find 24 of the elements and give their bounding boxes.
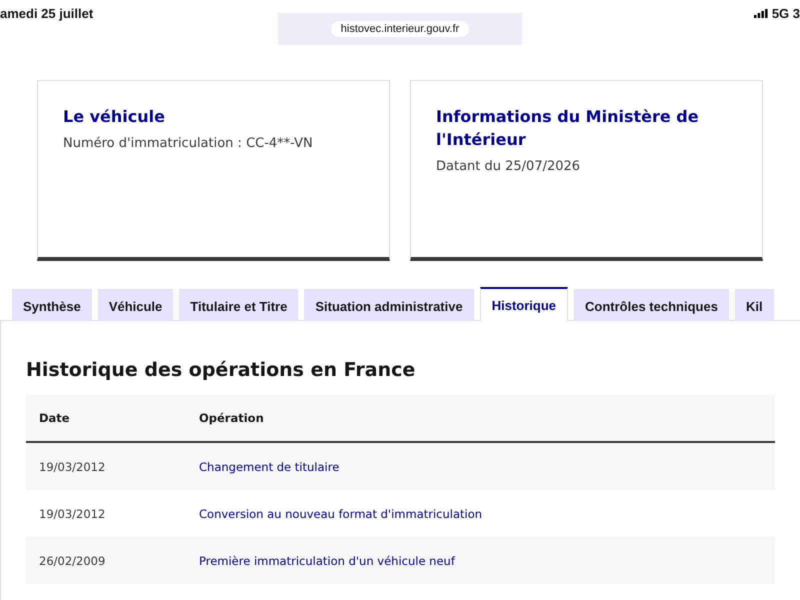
tab[interactable]: Titulaire et Titre bbox=[179, 289, 298, 321]
tab[interactable]: Synthèse bbox=[12, 289, 92, 321]
card-text: Datant du 25/07/2026 bbox=[436, 159, 582, 174]
section-heading: Historique des opérations en France bbox=[26, 359, 416, 381]
network-label: 5G 3 bbox=[772, 6, 800, 20]
signal-icon bbox=[754, 8, 768, 18]
card-title: Le véhicule bbox=[63, 106, 166, 128]
tab[interactable]: Kil bbox=[734, 289, 774, 321]
column-header: Opération bbox=[198, 395, 775, 442]
url-field[interactable]: histovec.interieur.gouv.fr bbox=[330, 21, 470, 37]
tab[interactable]: Contrôles techniques bbox=[574, 289, 729, 321]
operation-link[interactable]: Conversion au nouveau format d'immatriculation bbox=[199, 506, 482, 520]
operation-link[interactable]: Changement de titulaire bbox=[199, 460, 340, 474]
card-text: Numéro d'immatriculation : CC-4**-VN bbox=[63, 136, 314, 151]
tab[interactable]: Historique bbox=[480, 287, 568, 321]
table-cell: 19/03/2012 bbox=[26, 490, 198, 537]
status-date: amedi 25 juillet bbox=[0, 6, 94, 20]
tab[interactable]: Véhicule bbox=[98, 289, 174, 321]
table-cell: 26/02/2009 bbox=[26, 537, 198, 584]
card-title: Informations du Ministère de l'Intérieur bbox=[436, 106, 700, 151]
operation-link[interactable]: Première immatriculation d'un véhicule neuf bbox=[199, 554, 455, 568]
column-header: Date bbox=[26, 395, 198, 442]
table-cell: 19/03/2012 bbox=[26, 442, 198, 490]
tab[interactable]: Situation administrative bbox=[304, 289, 474, 321]
